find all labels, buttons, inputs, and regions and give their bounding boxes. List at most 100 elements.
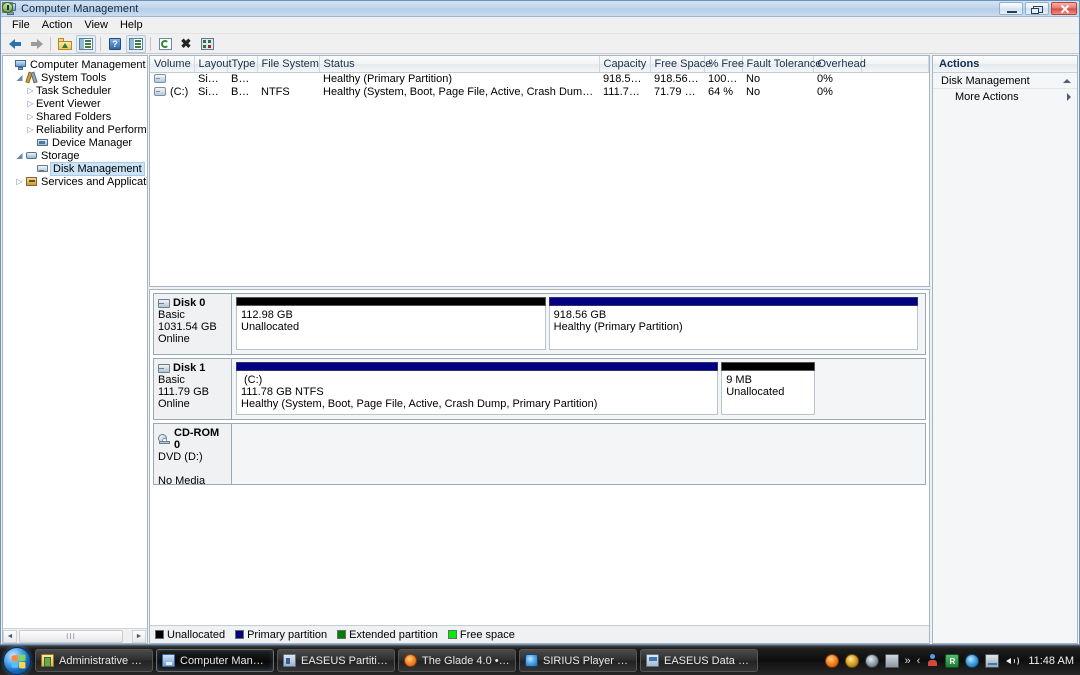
- expand-arrow-right-icon[interactable]: ▷: [25, 84, 36, 97]
- column-header-volume[interactable]: Volume: [150, 56, 195, 73]
- sidebar-item-task-scheduler[interactable]: ▷ Task Scheduler: [2, 2, 147, 97]
- taskbar-button[interactable]: EASEUS Partition Re...: [277, 649, 395, 672]
- blue-app-icon[interactable]: [965, 653, 980, 668]
- refresh-icon[interactable]: [155, 35, 175, 53]
- volume-row[interactable]: (C:) Simple Basic NTFS Healthy (System, Boot…: [150, 85, 929, 98]
- taskbar-button[interactable]: Computer Manage...: [156, 649, 274, 672]
- menu-file[interactable]: File: [6, 18, 36, 32]
- sidebar-item-system-tools[interactable]: ◢ System Tools: [3, 71, 147, 84]
- sidebar-item-computer-management-local[interactable]: Computer Management (Local: [3, 58, 147, 71]
- volume-cell-fault-tolerance: No: [746, 72, 761, 85]
- back-icon[interactable]: [5, 35, 25, 53]
- scroll-left-button[interactable]: ◄: [3, 629, 17, 643]
- column-header-capacity[interactable]: Capacity: [599, 56, 651, 73]
- sidebar-item-event-viewer[interactable]: ▷ Event Viewer: [2, 2, 147, 110]
- partition-block[interactable]: 918.56 GB Healthy (Primary Partition): [548, 297, 918, 350]
- chevron-right-icon[interactable]: [1067, 93, 1071, 101]
- menu-view[interactable]: View: [78, 18, 114, 32]
- disk-row[interactable]: Disk 0 Basic 1031.54 GB Online 112.98 GB Unal…: [153, 293, 926, 355]
- sidebar-item-label: Task Scheduler: [36, 84, 112, 97]
- column-header-status[interactable]: Status: [319, 56, 600, 73]
- column-header-free-space[interactable]: Free Space: [650, 56, 711, 73]
- column-header-type[interactable]: Type: [227, 56, 258, 73]
- firefox-icon[interactable]: [824, 653, 839, 668]
- volume-cell-percent-free: 100 %: [708, 72, 740, 85]
- menu-help[interactable]: Help: [114, 18, 149, 32]
- scroll-thumb[interactable]: III: [19, 629, 123, 643]
- disk-header[interactable]: Disk 0 Basic 1031.54 GB Online: [154, 294, 232, 354]
- delete-icon[interactable]: ✖: [176, 35, 196, 53]
- disk-type: DVD (D:): [158, 451, 203, 463]
- close-button[interactable]: [1051, 2, 1077, 15]
- steam-icon[interactable]: [864, 653, 879, 668]
- overflow-chevron-icon[interactable]: »: [905, 655, 911, 667]
- column-header-file-system[interactable]: File System: [257, 56, 320, 73]
- up-folder-icon[interactable]: [55, 35, 75, 53]
- sidebar-item-label: Services and Applications: [41, 175, 147, 188]
- drive-icon: [154, 87, 166, 96]
- column-header-fault-tolerance[interactable]: Fault Tolerance: [742, 56, 822, 73]
- amber-app-icon[interactable]: [844, 653, 859, 668]
- sidebar-item-label: Disk Management: [50, 161, 145, 176]
- volume-icon[interactable]: [1005, 654, 1020, 668]
- partition-spacer: [818, 362, 921, 415]
- expand-arrow-right-icon[interactable]: ▷: [14, 175, 25, 188]
- legend-label: Unallocated: [167, 628, 226, 641]
- disk-row[interactable]: CD-ROM 0 DVD (D:) No Media: [153, 423, 926, 487]
- sidebar-item-device-manager[interactable]: Device Manager: [3, 136, 147, 149]
- disk-header[interactable]: Disk 1 Basic 111.79 GB Online: [154, 359, 232, 419]
- properties-pane-icon[interactable]: [126, 34, 146, 53]
- sidebar-item-disk-management[interactable]: Disk Management: [3, 161, 147, 176]
- column-header-overhead[interactable]: Overhead: [813, 56, 866, 73]
- taskbar-button[interactable]: Administrative Tools: [35, 649, 153, 672]
- windows-logo-icon: [11, 653, 26, 669]
- restore-button[interactable]: [1025, 2, 1049, 15]
- column-header-layout[interactable]: Layout: [194, 56, 232, 73]
- taskbar-button[interactable]: SIRIUS Player - 100%...: [519, 649, 637, 672]
- partition-block[interactable]: 112.98 GB Unallocated: [236, 297, 546, 350]
- volume-row[interactable]: Simple Basic Healthy (Primary Partition) 91…: [150, 72, 929, 85]
- action-disk-management[interactable]: Disk Management: [933, 73, 1077, 89]
- sidebar-item-label: Storage: [41, 149, 80, 162]
- start-button[interactable]: [3, 646, 31, 675]
- services-icon: [25, 175, 39, 188]
- minimize-button[interactable]: [999, 2, 1023, 15]
- scroll-right-button[interactable]: ►: [132, 629, 146, 643]
- sidebar-item-label: Computer Management (Local: [30, 58, 147, 71]
- forward-icon[interactable]: [26, 35, 46, 53]
- expand-arrow-right-icon[interactable]: ▷: [25, 97, 36, 110]
- partition-block[interactable]: (C:) 111.78 GB NTFS Healthy (System, Boot,…: [236, 362, 719, 415]
- actions-title: Actions: [933, 56, 1077, 73]
- column-header-percent-free[interactable]: % Free: [704, 56, 744, 73]
- disk-row[interactable]: Disk 1 Basic 111.79 GB Online (C:) 111.78 GB …: [153, 358, 926, 420]
- disk-header[interactable]: CD-ROM 0 DVD (D:) No Media: [154, 424, 232, 487]
- network-app-icon[interactable]: [884, 653, 899, 668]
- taskbar-button[interactable]: EASEUS Data Recov...: [640, 649, 758, 672]
- show-hide-tree-icon[interactable]: [76, 34, 96, 53]
- expand-arrow-down-icon[interactable]: ◢: [14, 149, 25, 162]
- taskbar-button-label: Administrative Tools: [59, 654, 147, 667]
- action-more-actions[interactable]: More Actions: [933, 89, 1077, 105]
- taskbar-button-label: EASEUS Data Recov...: [664, 654, 752, 667]
- drive-icon: [154, 74, 166, 84]
- disk-state: No Media: [158, 475, 206, 487]
- left-chevron-icon[interactable]: ‹: [917, 655, 921, 667]
- antivirus-icon[interactable]: R: [945, 653, 960, 668]
- partition-block[interactable]: 9 MB Unallocated: [721, 362, 816, 415]
- expand-arrow-right-icon[interactable]: ▷: [25, 123, 36, 136]
- expand-arrow-right-icon[interactable]: ▷: [25, 110, 36, 123]
- sidebar-item-storage[interactable]: ◢ Storage: [3, 149, 147, 162]
- sidebar-item-reliability-and-performa[interactable]: ▷ Reliability and Performa: [2, 2, 147, 136]
- grid-view-icon[interactable]: [197, 35, 217, 53]
- clock[interactable]: 11:48 AM: [1028, 655, 1074, 667]
- network-icon[interactable]: [985, 653, 1000, 668]
- help-icon[interactable]: ?: [105, 35, 125, 53]
- chevron-up-icon[interactable]: [1063, 78, 1071, 83]
- taskbar-button[interactable]: The Glade 4.0 • View...: [398, 649, 516, 672]
- expand-arrow-down-icon[interactable]: ◢: [14, 71, 25, 84]
- tree-horizontal-scrollbar[interactable]: ◄ III ►: [3, 628, 147, 643]
- menu-action[interactable]: Action: [36, 18, 79, 32]
- sidebar-item-shared-folders[interactable]: ▷ Shared Folders: [2, 3, 147, 123]
- user-icon[interactable]: [926, 654, 939, 667]
- sidebar-item-services-and-applications[interactable]: ▷ Services and Applications: [3, 175, 147, 188]
